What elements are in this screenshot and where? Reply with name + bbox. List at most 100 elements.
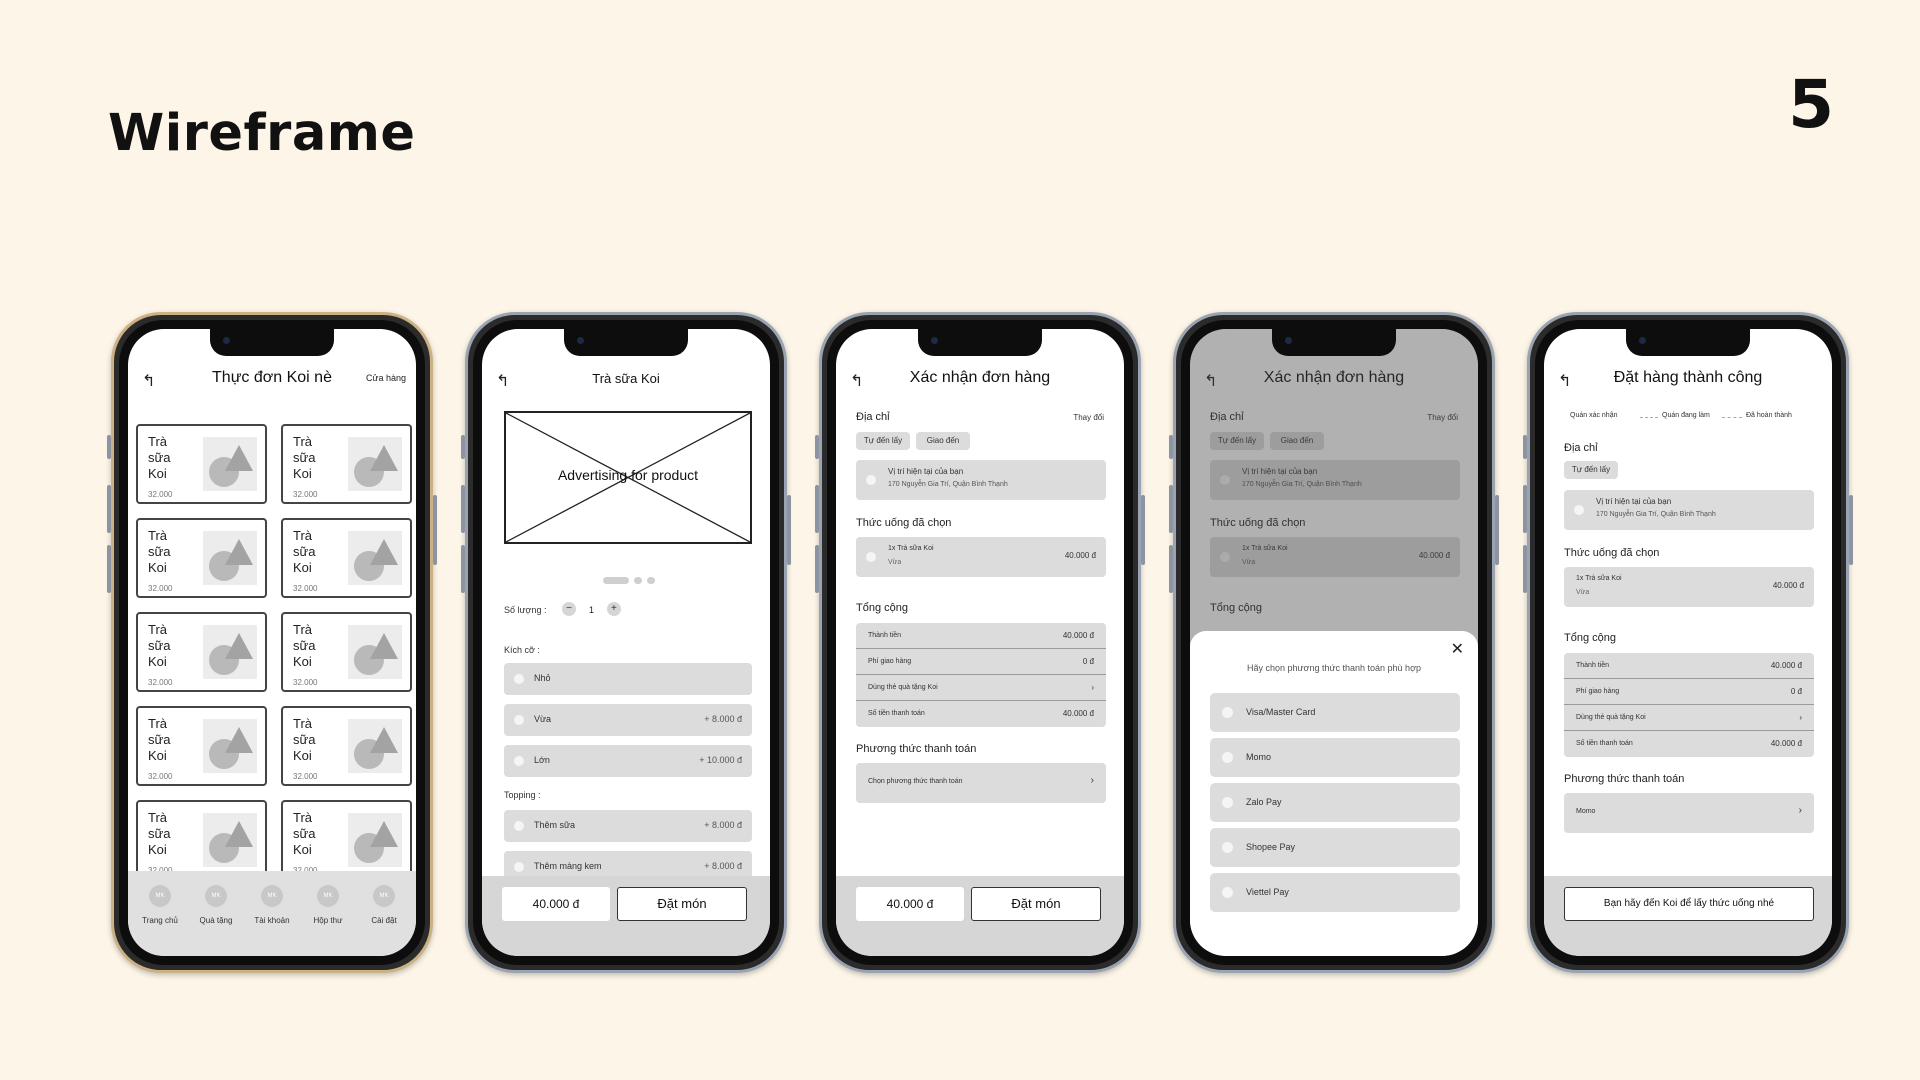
menu-card-title: Trà sữa Koi (148, 434, 171, 481)
menu-card-price: 32.000 (148, 490, 173, 499)
carousel-dots[interactable] (603, 572, 660, 590)
radio[interactable] (1222, 707, 1233, 718)
size-option[interactable]: Nhỏ (504, 663, 752, 695)
product-image-placeholder-icon (348, 813, 402, 867)
total-value: 40.000 đ (1062, 709, 1094, 718)
triangle-shape (225, 821, 253, 847)
close-icon[interactable]: ✕ (1451, 639, 1464, 659)
minus-button[interactable]: − (562, 601, 576, 616)
ad-banner[interactable]: Advertising for product (504, 411, 752, 544)
radio[interactable] (1222, 752, 1233, 763)
item-size: Vừa (1576, 589, 1590, 596)
payment-option[interactable]: Shopee Pay (1210, 828, 1460, 867)
plus-button[interactable]: + (606, 601, 621, 616)
address-card[interactable]: Vị trí hiện tại của bạn 170 Nguyễn Gia T… (856, 460, 1106, 500)
payment-option[interactable]: Visa/Master Card (1210, 693, 1460, 732)
menu-card[interactable]: Trà sữa Koi32.000 (136, 706, 267, 786)
payment-method-selector[interactable]: Chọn phương thức thanh toán › (856, 763, 1106, 803)
radio[interactable] (1222, 842, 1233, 853)
payment-option[interactable]: Viettel Pay (1210, 873, 1460, 912)
tab-item[interactable]: MK Trang chủ (132, 885, 188, 925)
radio[interactable] (866, 475, 876, 485)
total-row: Số tiền thanh toán 40.000 đ (1564, 731, 1814, 757)
notch (210, 329, 334, 356)
tab-label: Tài khoản (254, 916, 290, 925)
step-confirmed: Quán xác nhận (1570, 412, 1618, 419)
payment-option[interactable]: Momo (1210, 738, 1460, 777)
total-label: Tổng cộng (1564, 632, 1616, 644)
screen-payment: ↰ Xác nhận đơn hàng Địa chỉ Thay đổi Tự … (1190, 329, 1478, 956)
menu-card[interactable]: Trà sữa Koi32.000 (281, 612, 412, 692)
menu-card[interactable]: Trà sữa Koi32.000 (281, 800, 412, 880)
total-value: 0 đ (1082, 657, 1094, 666)
menu-card[interactable]: Trà sữa Koi 32.000 (136, 424, 267, 504)
radio[interactable] (514, 674, 524, 684)
menu-card-title: Trà sữa Koi (148, 716, 171, 763)
payment-option[interactable]: Zalo Pay (1210, 783, 1460, 822)
total-label: Tổng cộng (856, 602, 908, 614)
order-button[interactable]: Đặt món (617, 887, 747, 921)
total-key: Phí giao hàng (1576, 688, 1620, 695)
total-key: Dùng thẻ quà tặng Koi (868, 684, 938, 691)
size-option[interactable]: Vừa + 8.000 đ (504, 704, 752, 736)
bottom-tab-bar: MK Trang chủ MK Quà tặng MK Tài khoản MK Hộp th… (128, 871, 416, 956)
step-done: Đã hoàn thành (1746, 412, 1792, 419)
drink-item[interactable]: 1x Trà sữa Koi Vừa 40.000 đ (856, 537, 1106, 577)
pickup-notice-button[interactable]: Bạn hãy đến Koi để lấy thức uống nhé (1564, 887, 1814, 921)
address-line1: Vị trí hiện tại của bạn (888, 467, 964, 476)
radio[interactable] (514, 715, 524, 725)
item-name: 1x Trà sữa Koi (1576, 575, 1622, 582)
tab-item[interactable]: MK Quà tặng (188, 885, 244, 925)
size-label: Vừa (534, 714, 552, 724)
menu-card[interactable]: Trà sữa Koi32.000 (136, 612, 267, 692)
topping-label: Topping : (504, 790, 541, 800)
notch (1626, 329, 1750, 356)
menu-card[interactable]: Trà sữa Koi32.000 (136, 518, 267, 598)
triangle-shape (225, 539, 253, 565)
quantity-stepper[interactable]: − 1 + (562, 600, 621, 618)
payment-method-row[interactable]: Momo › (1564, 793, 1814, 833)
radio[interactable] (514, 756, 524, 766)
total-row[interactable]: Dùng thẻ quà tặng Koi › (856, 675, 1106, 701)
total-row[interactable]: Dùng thẻ quà tặng Koi › (1564, 705, 1814, 731)
order-button[interactable]: Đặt món (971, 887, 1101, 921)
store-link[interactable]: Cửa hàng (366, 373, 406, 383)
radio[interactable] (1222, 887, 1233, 898)
tab-item[interactable]: MK Hộp thư (300, 885, 356, 925)
topping-option[interactable]: Thêm sữa + 8.000 đ (504, 810, 752, 842)
menu-card[interactable]: Trà sữa Koi32.000 (281, 706, 412, 786)
payment-option-label: Zalo Pay (1246, 797, 1282, 807)
size-option[interactable]: Lớn + 10.000 đ (504, 745, 752, 777)
tab-icon: MK (261, 885, 283, 907)
menu-card-title: Trà sữa Koi (148, 622, 171, 669)
menu-card[interactable]: Trà sữa Koi32.000 (281, 424, 412, 504)
total-value: › (1091, 683, 1094, 692)
pickup-pill[interactable]: Tự đến lấy (856, 432, 910, 450)
tab-item[interactable]: MK Cài đặt (356, 885, 412, 925)
tab-item[interactable]: MK Tài khoản (244, 885, 300, 925)
total-key: Thành tiền (1576, 662, 1610, 669)
product-image-placeholder-icon (203, 719, 257, 773)
bottom-bar: Bạn hãy đến Koi để lấy thức uống nhé (1544, 876, 1832, 956)
size-label: Kích cỡ : (504, 645, 540, 655)
menu-card[interactable]: Trà sữa Koi32.000 (281, 518, 412, 598)
change-link[interactable]: Thay đổi (1073, 413, 1104, 422)
screen-menu: ↰ Thực đơn Koi nè Cửa hàng Trà sữa Koi 32… (128, 329, 416, 956)
radio[interactable] (514, 862, 524, 872)
bottom-bar: 40.000 đ Đặt món (482, 876, 770, 956)
radio[interactable] (514, 821, 524, 831)
menu-card-price: 32.000 (293, 490, 318, 499)
order-progress: Quán xác nhận Quán đang làm Đã hoàn thàn… (1570, 412, 1812, 424)
radio[interactable] (866, 552, 876, 562)
item-size: Vừa (888, 559, 902, 566)
radio[interactable] (1222, 797, 1233, 808)
menu-card[interactable]: Trà sữa Koi32.000 (136, 800, 267, 880)
product-image-placeholder-icon (203, 813, 257, 867)
address-label: Địa chỉ (1564, 442, 1598, 454)
total-row: Phí giao hàng 0 đ (856, 649, 1106, 675)
drink-item: 1x Trà sữa Koi Vừa 40.000 đ (1564, 567, 1814, 607)
delivery-pill[interactable]: Giao đến (916, 432, 970, 450)
total-row: Thành tiền 40.000 đ (1564, 653, 1814, 679)
total-key: Thành tiền (868, 632, 902, 639)
total-key: Số tiền thanh toán (868, 710, 925, 717)
